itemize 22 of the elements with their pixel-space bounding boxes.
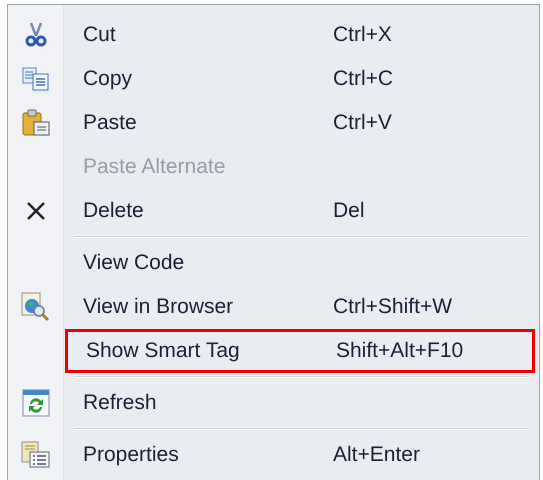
close-icon xyxy=(26,201,46,221)
shortcut-label: Ctrl+X xyxy=(333,22,392,48)
menu-item[interactable]: Refresh xyxy=(8,381,539,425)
shortcut-label: Alt+Enter xyxy=(333,442,420,468)
clipboard-icon xyxy=(21,109,51,137)
refresh-icon xyxy=(22,389,50,417)
shortcut-label: Del xyxy=(333,198,365,224)
menu-item[interactable]: Copy Ctrl+C xyxy=(8,57,539,101)
properties-icon xyxy=(21,441,51,469)
menu-item[interactable]: View Code xyxy=(8,241,539,285)
menu-item[interactable]: Delete Del xyxy=(8,189,539,233)
menu-item[interactable]: Cut Ctrl+X xyxy=(8,13,539,57)
shortcut-label: Shift+Alt+F10 xyxy=(336,338,464,364)
menu-item[interactable]: Paste Ctrl+V xyxy=(8,101,539,145)
shortcut-label: Ctrl+Shift+W xyxy=(333,294,452,320)
menu-item[interactable]: View in Browser Ctrl+Shift+W xyxy=(8,285,539,329)
menu-item[interactable]: Properties Alt+Enter xyxy=(8,433,539,477)
globe-magnifier-icon xyxy=(21,292,51,322)
shortcut-label: Ctrl+C xyxy=(333,66,394,92)
copy-icon xyxy=(22,67,50,91)
shortcut-label: Ctrl+V xyxy=(333,110,392,136)
scissors-icon xyxy=(25,22,47,48)
